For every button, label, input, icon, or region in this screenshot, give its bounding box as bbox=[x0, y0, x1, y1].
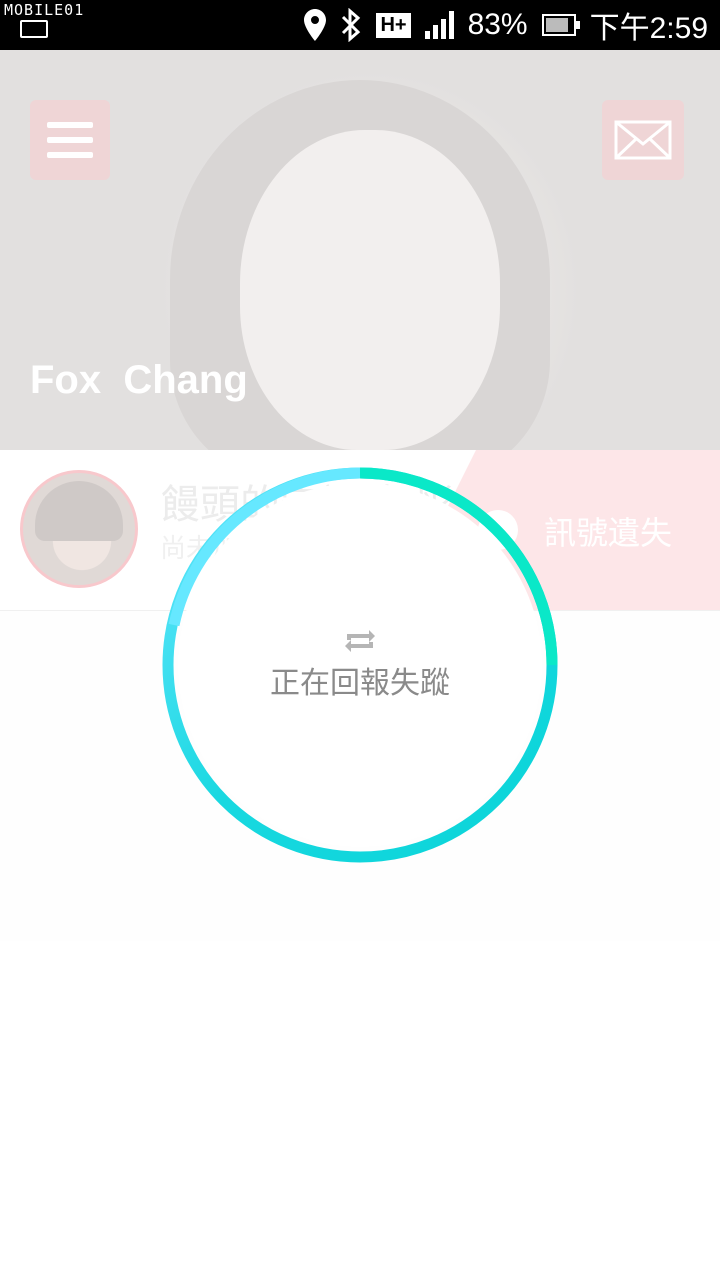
image-notification-icon bbox=[20, 20, 48, 38]
battery-percent: 83% bbox=[467, 8, 528, 41]
status-bar: MOBILE01 H+ 83% 下午2:59 bbox=[0, 0, 720, 50]
signal-lost-label: 訊號遺失 bbox=[544, 514, 673, 552]
report-status-label: 正在回報失蹤 bbox=[270, 666, 450, 701]
hamburger-icon-bar bbox=[47, 152, 93, 158]
profile-header: Fox Chang bbox=[0, 50, 720, 450]
user-name: Fox Chang bbox=[30, 358, 248, 402]
repeat-icon bbox=[345, 630, 375, 652]
profile-photo bbox=[240, 130, 500, 450]
watermark: MOBILE01 bbox=[4, 1, 85, 19]
envelope-icon bbox=[614, 120, 672, 160]
battery-icon bbox=[541, 14, 580, 36]
location-icon bbox=[304, 9, 327, 41]
clock: 下午2:59 bbox=[589, 12, 708, 45]
member-avatar bbox=[20, 470, 138, 588]
status-left: MOBILE01 bbox=[4, 2, 84, 48]
menu-button[interactable] bbox=[30, 100, 110, 180]
network-type-badge: H+ bbox=[376, 12, 411, 38]
hamburger-icon-bar bbox=[47, 122, 93, 128]
status-right: H+ 83% 下午2:59 bbox=[304, 0, 708, 50]
bluetooth-icon bbox=[342, 8, 361, 42]
hamburger-icon-bar bbox=[47, 137, 93, 143]
mail-button[interactable] bbox=[602, 100, 684, 180]
signal-strength-icon bbox=[424, 11, 454, 39]
